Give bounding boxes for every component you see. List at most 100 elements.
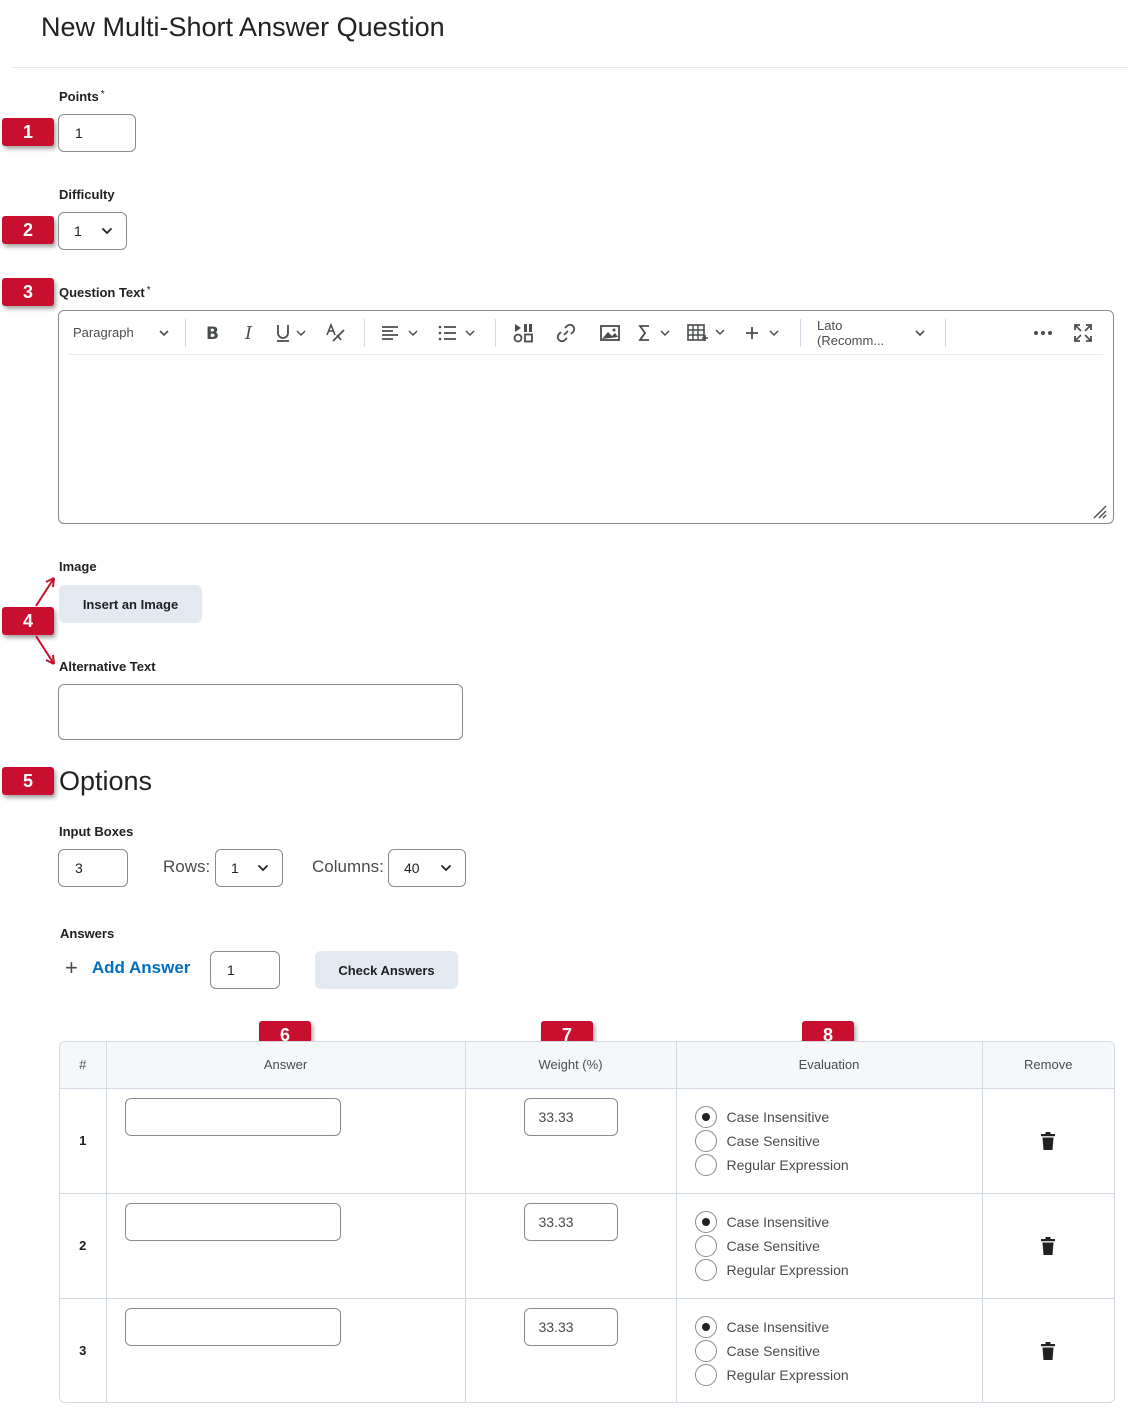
italic-button[interactable]: I [230, 318, 270, 348]
remove-cell [982, 1298, 1114, 1402]
insert-image-button[interactable]: Insert an Image [59, 585, 202, 623]
eval-option-label: Case Sensitive [726, 1342, 820, 1359]
insert-more-button[interactable] [736, 318, 792, 348]
options-heading: Options [59, 766, 153, 796]
radio-checked-icon[interactable] [694, 1210, 717, 1233]
columns-select[interactable]: 40 [388, 849, 466, 887]
eval-option-regular-expression[interactable]: Regular Expression [694, 1258, 849, 1282]
eval-option-case-insensitive[interactable]: Case Insensitive [694, 1210, 849, 1234]
difficulty-select[interactable]: 1 [58, 212, 127, 250]
link-icon [556, 323, 576, 342]
annotation-badge-5: 5 [2, 767, 54, 795]
add-answer-count-input[interactable]: 1 [210, 951, 280, 989]
image-icon [600, 324, 620, 341]
paragraph-format-select[interactable]: Paragraph [69, 318, 177, 348]
toolbar-separator [364, 318, 365, 347]
table-header-row: # Answer Weight (%) Evaluation Remove [60, 1042, 1114, 1089]
radio-unchecked-icon[interactable] [694, 1339, 717, 1362]
insert-stuff-button[interactable] [504, 318, 544, 348]
rows-select[interactable]: 1 [215, 849, 283, 887]
eval-option-case-sensitive[interactable]: Case Sensitive [694, 1234, 849, 1258]
chevron-down-icon [102, 228, 112, 235]
answer-input[interactable] [124, 1097, 341, 1136]
annotation-badge-2: 2 [2, 216, 54, 244]
trash-icon[interactable] [1040, 1236, 1056, 1256]
more-actions-button[interactable] [1023, 318, 1063, 348]
paragraph-format-label: Paragraph [73, 325, 134, 340]
trash-icon[interactable] [1040, 1341, 1056, 1361]
question-text-editor[interactable]: Paragraph B I Lato (Recomm... [58, 310, 1114, 524]
eval-option-regular-expression[interactable]: Regular Expression [694, 1363, 849, 1387]
radio-unchecked-icon[interactable] [694, 1153, 717, 1176]
trash-icon[interactable] [1040, 1131, 1056, 1151]
required-marker: * [146, 285, 151, 296]
eval-option-case-insensitive[interactable]: Case Insensitive [694, 1315, 849, 1339]
radio-unchecked-icon[interactable] [694, 1234, 717, 1257]
column-header-evaluation: Evaluation [676, 1042, 983, 1089]
rows-value: 1 [231, 860, 239, 876]
weight-input[interactable]: 33.33 [523, 1307, 618, 1346]
eval-option-case-sensitive[interactable]: Case Sensitive [694, 1129, 849, 1153]
toolbar-separator [945, 318, 946, 347]
radio-checked-icon[interactable] [694, 1315, 717, 1338]
evaluation-radio-group: Case Insensitive Case Sensitive Regular … [694, 1210, 849, 1282]
table-row: 3 33.33 Case Insensitive Case Sensitive … [60, 1298, 1114, 1402]
eval-option-label: Regular Expression [726, 1156, 849, 1173]
eval-option-regular-expression[interactable]: Regular Expression [694, 1153, 849, 1177]
bold-button[interactable]: B [194, 318, 230, 348]
insert-image-toolbar-button[interactable] [588, 318, 632, 348]
weight-input[interactable]: 33.33 [523, 1097, 618, 1136]
resize-handle-icon[interactable] [1091, 503, 1107, 519]
list-button[interactable] [429, 318, 487, 348]
add-answer-button[interactable]: + Add Answer [65, 957, 190, 979]
insert-link-button[interactable] [544, 318, 588, 348]
answer-input[interactable] [124, 1202, 341, 1241]
radio-unchecked-icon[interactable] [694, 1129, 717, 1152]
remove-cell [982, 1193, 1114, 1299]
radio-unchecked-icon[interactable] [694, 1258, 717, 1281]
eval-option-case-sensitive[interactable]: Case Sensitive [694, 1339, 849, 1363]
weight-input[interactable]: 33.33 [523, 1202, 618, 1241]
eval-option-case-insensitive[interactable]: Case Insensitive [694, 1105, 849, 1129]
bullet-list-icon [438, 325, 475, 340]
eval-option-label: Regular Expression [726, 1261, 849, 1278]
table-row: 2 33.33 Case Insensitive Case Sensitive … [60, 1193, 1114, 1299]
annotation-badge-1: 1 [2, 118, 54, 146]
chevron-down-icon [258, 865, 268, 872]
evaluation-cell: Case Insensitive Case Sensitive Regular … [676, 1193, 983, 1299]
points-input[interactable]: 1 [58, 114, 136, 152]
answer-input[interactable] [124, 1307, 341, 1346]
eval-option-label: Case Insensitive [726, 1213, 830, 1230]
row-number: 2 [60, 1193, 107, 1299]
annotation-arrows-icon [35, 577, 55, 665]
toolbar-separator [495, 318, 496, 347]
eval-option-label: Case Sensitive [726, 1237, 820, 1254]
answers-label: Answers [60, 926, 115, 941]
weight-cell: 33.33 [465, 1193, 677, 1299]
table-row: 1 33.33 Case Insensitive Case Sensitive … [60, 1088, 1114, 1194]
text-style-button[interactable] [316, 318, 356, 348]
fullscreen-button[interactable] [1063, 318, 1103, 348]
input-boxes-label: Input Boxes [59, 824, 134, 839]
question-text-label-text: Question Text [59, 285, 145, 300]
equation-button[interactable] [632, 318, 680, 348]
check-answers-button[interactable]: Check Answers [315, 951, 458, 989]
font-family-label: Lato (Recomm... [817, 317, 885, 348]
answers-table: # Answer Weight (%) Evaluation Remove 1 … [59, 1041, 1115, 1403]
underline-button[interactable] [270, 318, 316, 348]
chevron-down-icon [159, 329, 169, 336]
radio-unchecked-icon[interactable] [694, 1363, 717, 1386]
svg-text:I: I [244, 324, 253, 342]
alt-text-label: Alternative Text [59, 659, 156, 674]
answer-cell [106, 1193, 466, 1299]
align-button[interactable] [373, 318, 429, 348]
insert-table-button[interactable] [680, 318, 736, 348]
radio-checked-icon[interactable] [694, 1105, 717, 1128]
evaluation-radio-group: Case Insensitive Case Sensitive Regular … [694, 1105, 849, 1177]
bold-icon: B [206, 324, 219, 342]
input-boxes-input[interactable]: 3 [58, 849, 128, 887]
font-family-select[interactable]: Lato (Recomm... [809, 318, 937, 348]
page-title: New Multi-Short Answer Question [41, 12, 445, 42]
alt-text-input[interactable] [58, 684, 463, 740]
annotation-badge-3: 3 [2, 278, 54, 306]
